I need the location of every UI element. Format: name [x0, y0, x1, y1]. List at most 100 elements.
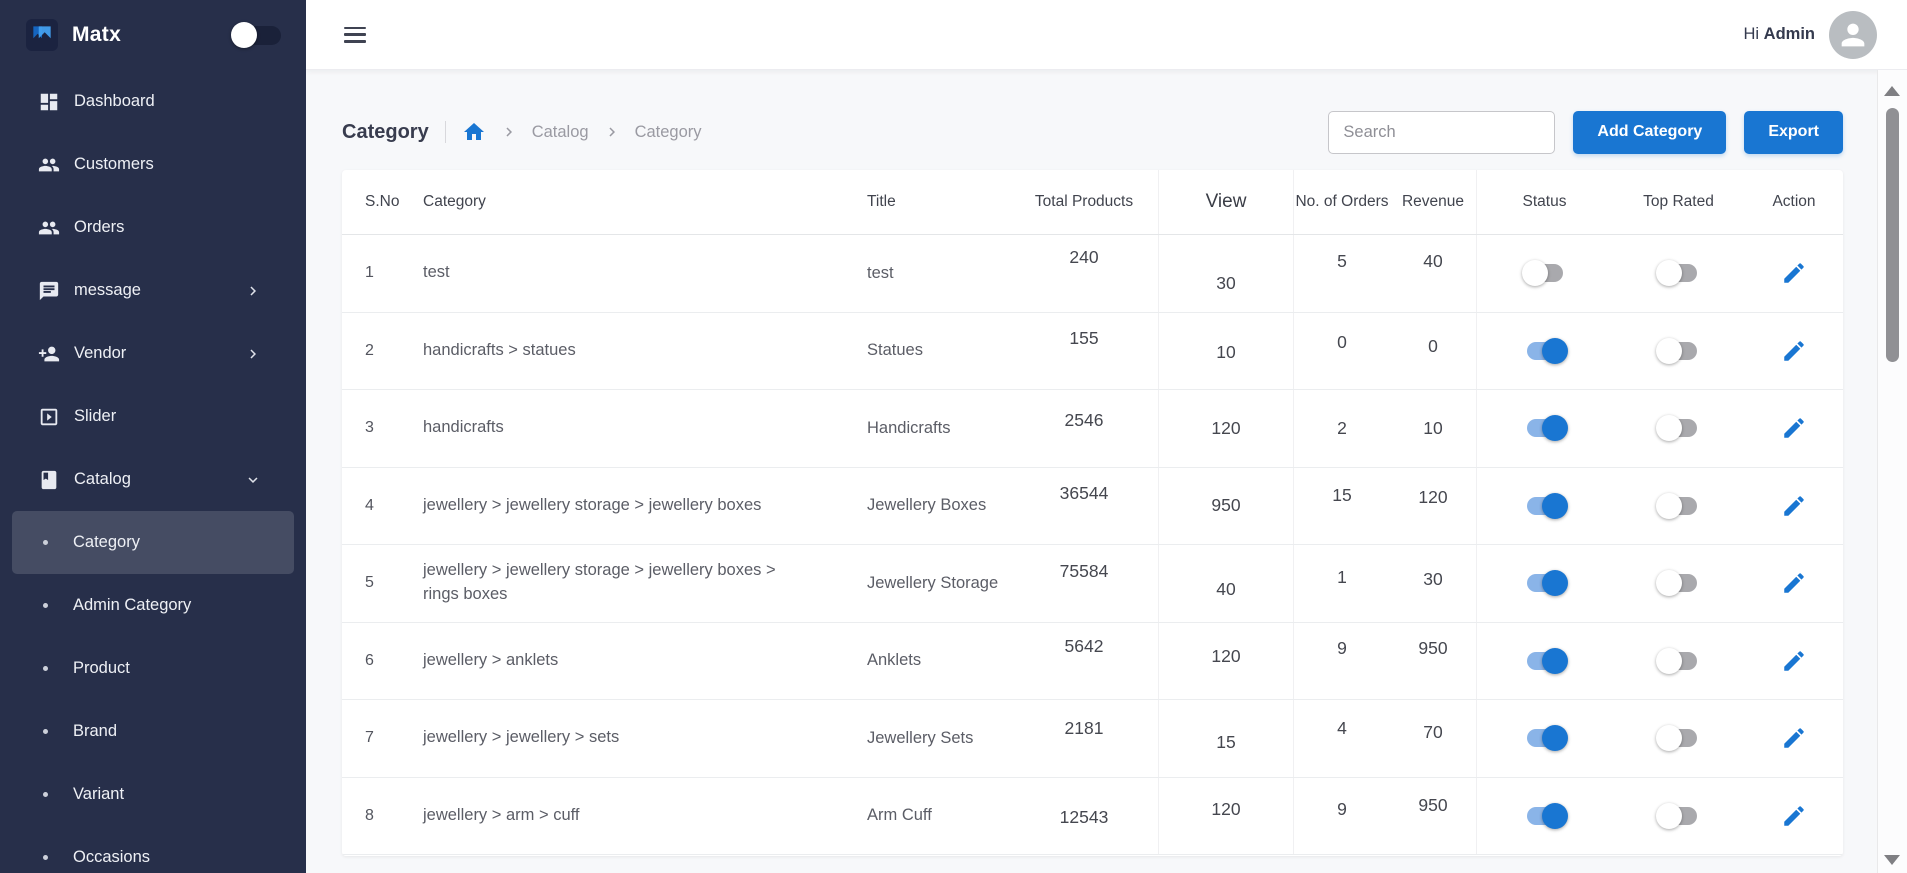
top-rated-toggle[interactable]	[1656, 337, 1702, 365]
avatar[interactable]	[1829, 11, 1877, 59]
cell-action	[1745, 258, 1843, 288]
sidebar-item[interactable]: Dashboard	[0, 70, 306, 133]
cell-title: Jewellery Boxes	[855, 496, 1010, 515]
sidebar-item[interactable]: Orders	[0, 196, 306, 259]
cell-no-of-orders: 1	[1294, 573, 1390, 594]
pencil-icon	[1781, 570, 1807, 596]
sidebar-subitem[interactable]: Category	[12, 511, 294, 574]
sidebar-item[interactable]: Slider	[0, 385, 306, 448]
cell-action	[1745, 568, 1843, 598]
breadcrumb-item-catalog[interactable]: Catalog	[532, 123, 589, 142]
edit-button[interactable]	[1779, 801, 1809, 831]
status-toggle[interactable]	[1522, 337, 1568, 365]
edit-button[interactable]	[1779, 491, 1809, 521]
status-toggle[interactable]	[1522, 569, 1568, 597]
cell-revenue: 0	[1390, 313, 1477, 390]
people-icon	[38, 154, 60, 176]
status-toggle[interactable]	[1522, 802, 1568, 830]
home-icon[interactable]	[462, 120, 486, 144]
edit-button[interactable]	[1779, 568, 1809, 598]
search-input[interactable]	[1328, 111, 1555, 154]
status-toggle[interactable]	[1522, 647, 1568, 675]
status-toggle[interactable]	[1522, 259, 1568, 287]
vertical-scrollbar	[1877, 70, 1907, 873]
sidebar-item-label: Catalog	[74, 470, 131, 489]
table-row: 8 jewellery > arm > cuff Arm Cuff 12543 …	[342, 778, 1843, 856]
table-row: 5 jewellery > jewellery storage > jewell…	[342, 545, 1843, 623]
cell-top-rated	[1612, 802, 1745, 830]
app-logo-text: Matx	[72, 23, 121, 47]
sidebar-subitem[interactable]: Occasions	[12, 826, 294, 873]
pencil-icon	[1781, 338, 1807, 364]
breadcrumb-separator-icon	[500, 123, 518, 141]
scroll-up-arrow[interactable]	[1884, 86, 1900, 96]
cell-status	[1477, 802, 1612, 830]
sidebar-item[interactable]: Vendor	[0, 322, 306, 385]
sidebar-mode-toggle[interactable]	[231, 21, 283, 49]
cell-revenue: 40	[1390, 235, 1477, 312]
top-rated-toggle[interactable]	[1656, 569, 1702, 597]
pencil-icon	[1781, 803, 1807, 829]
cell-top-rated	[1612, 647, 1745, 675]
sidebar-item[interactable]: Catalog	[0, 448, 306, 511]
cell-title: Statues	[855, 341, 1010, 360]
export-button[interactable]: Export	[1744, 111, 1843, 154]
breadcrumb-item-category[interactable]: Category	[635, 123, 702, 142]
table-row: 1 test test 240 30 5 40	[342, 235, 1843, 313]
sidebar-subitem[interactable]: Product	[12, 637, 294, 700]
top-rated-toggle[interactable]	[1656, 647, 1702, 675]
sidebar-nav: Dashboard Customers	[0, 70, 306, 873]
sidebar-catalog-children: Category Admin Category Product	[0, 511, 306, 873]
edit-button[interactable]	[1779, 336, 1809, 366]
top-rated-toggle[interactable]	[1656, 414, 1702, 442]
status-toggle[interactable]	[1522, 492, 1568, 520]
cell-title: Jewellery Storage	[855, 574, 1010, 593]
pencil-icon	[1781, 260, 1807, 286]
cell-sno: 4	[342, 497, 410, 515]
scroll-down-arrow[interactable]	[1884, 855, 1900, 865]
sidebar-subitem[interactable]: Admin Category	[12, 574, 294, 637]
topbar: Hi Admin	[306, 0, 1907, 70]
sidebar-item[interactable]: message	[0, 259, 306, 322]
cell-top-rated	[1612, 259, 1745, 287]
top-rated-toggle[interactable]	[1656, 802, 1702, 830]
sidebar-item-label: Orders	[74, 218, 124, 237]
cell-view: 40	[1158, 545, 1294, 622]
cell-status	[1477, 259, 1612, 287]
top-rated-toggle[interactable]	[1656, 259, 1702, 287]
cell-revenue: 30	[1390, 545, 1477, 622]
edit-button[interactable]	[1779, 723, 1809, 753]
edit-button[interactable]	[1779, 258, 1809, 288]
top-rated-toggle[interactable]	[1656, 492, 1702, 520]
pencil-icon	[1781, 415, 1807, 441]
pencil-icon	[1781, 648, 1807, 674]
chevron-right-icon	[244, 282, 262, 300]
hamburger-menu-icon[interactable]	[344, 27, 366, 43]
edit-button[interactable]	[1779, 413, 1809, 443]
cell-status	[1477, 492, 1612, 520]
edit-button[interactable]	[1779, 646, 1809, 676]
person-add-icon	[38, 343, 60, 365]
status-toggle[interactable]	[1522, 724, 1568, 752]
sidebar-item[interactable]: Customers	[0, 133, 306, 196]
col-sno: S.No	[342, 193, 410, 211]
user-name: Admin	[1764, 25, 1815, 43]
cell-sno: 5	[342, 574, 410, 592]
cell-action	[1745, 801, 1843, 831]
cell-sno: 2	[342, 342, 410, 360]
table-row: 4 jewellery > jewellery storage > jewell…	[342, 468, 1843, 546]
cell-status	[1477, 569, 1612, 597]
scrollbar-thumb[interactable]	[1886, 108, 1899, 362]
cell-category: jewellery > jewellery storage > jeweller…	[410, 494, 855, 518]
cell-status	[1477, 337, 1612, 365]
cell-revenue: 10	[1390, 390, 1477, 467]
sidebar-subitem[interactable]: Variant	[12, 763, 294, 826]
top-rated-toggle[interactable]	[1656, 724, 1702, 752]
col-view: View	[1158, 170, 1294, 234]
status-toggle[interactable]	[1522, 414, 1568, 442]
col-action: Action	[1745, 193, 1843, 211]
add-category-button[interactable]: Add Category	[1573, 111, 1726, 154]
cell-total-products: 36544	[1010, 495, 1158, 516]
sidebar-subitem[interactable]: Brand	[12, 700, 294, 763]
cell-revenue: 950	[1390, 623, 1477, 700]
